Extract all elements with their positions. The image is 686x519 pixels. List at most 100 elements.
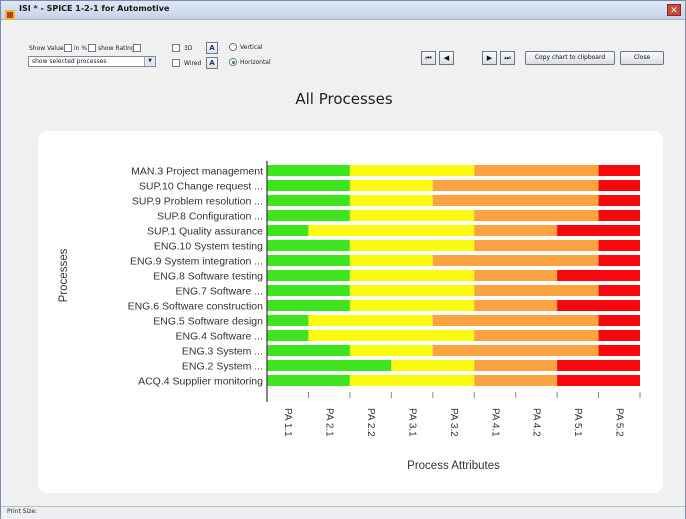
wired-checkbox[interactable] <box>172 59 180 67</box>
category-label: ENG.7 Software ... <box>175 286 263 298</box>
first-page-button[interactable]: ⏮ <box>421 51 436 65</box>
bar-segment-yellow <box>349 210 475 221</box>
bar-segment-yellow <box>349 165 475 176</box>
bar-segment-orange <box>432 345 599 356</box>
bar-segment-green <box>267 240 350 251</box>
show-rating-label: show Rating <box>98 45 135 52</box>
bar-segment-yellow <box>349 195 433 206</box>
category-label: ENG.3 System ... <box>182 346 263 358</box>
process-filter-value: show selected processes <box>32 58 107 65</box>
bar-segment-yellow <box>349 255 433 266</box>
bar-segment-orange <box>474 270 558 281</box>
three-d-label: 3D <box>184 45 193 52</box>
bar-segment-green <box>267 375 350 386</box>
bar-segment-yellow <box>349 375 475 386</box>
category-label: ENG.8 Software testing <box>153 271 263 283</box>
bar-segment-green <box>267 225 309 236</box>
category-label: ENG.6 Software construction <box>128 301 264 313</box>
x-tick-label: PA 2.1 <box>324 408 335 437</box>
bar-segment-yellow <box>349 270 475 281</box>
category-label: ACQ.4 Supplier monitoring <box>138 376 263 388</box>
close-button[interactable]: Close <box>620 51 664 65</box>
bar-segment-orange <box>474 285 599 296</box>
bar-segment-green <box>267 330 309 341</box>
align-bottom-icon[interactable]: A <box>206 57 218 69</box>
category-label: ENG.5 Software design <box>153 316 263 328</box>
bar-segment-green <box>267 315 309 326</box>
bar-segment-red <box>598 315 640 326</box>
app-icon <box>5 5 15 20</box>
bar-segment-red <box>557 360 640 371</box>
title-bar[interactable]: ISI * - SPICE 1-2-1 for Automotive ✕ <box>1 1 685 20</box>
bar-segment-green <box>267 345 350 356</box>
bar-segment-green <box>267 270 350 281</box>
align-top-icon[interactable]: A <box>206 42 218 54</box>
in-pct-checkbox[interactable] <box>88 44 96 52</box>
category-label: MAN.3 Project management <box>131 166 263 178</box>
bar-segment-red <box>598 345 640 356</box>
show-values-label: Show Values <box>29 45 67 52</box>
bar-segment-green <box>267 255 350 266</box>
category-label: SUP.8 Configuration ... <box>157 211 263 223</box>
app-window: ISI * - SPICE 1-2-1 for Automotive ✕ Sho… <box>0 0 686 519</box>
bar-segment-yellow <box>349 285 475 296</box>
chart-panel: MAN.3 Project management SUP.10 Change re… <box>38 131 663 493</box>
x-tick-label: PA 4.1 <box>489 408 500 437</box>
bar-segment-orange <box>432 255 599 266</box>
x-tick-label: PA 4.2 <box>531 408 542 437</box>
vertical-radio[interactable] <box>229 43 237 51</box>
horizontal-label: Horizontal <box>240 59 271 66</box>
window-title: ISI * - SPICE 1-2-1 for Automotive <box>19 4 170 13</box>
last-page-button[interactable]: ⏭ <box>500 51 515 65</box>
bar-segment-orange <box>474 240 599 251</box>
stacked-bar-chart: MAN.3 Project management SUP.10 Change re… <box>58 161 641 472</box>
next-page-button[interactable]: ▶ <box>482 51 497 65</box>
bar-segment-orange <box>432 315 599 326</box>
bar-segment-orange <box>474 225 558 236</box>
prev-page-button[interactable]: ◀ <box>439 51 454 65</box>
bar-segment-red <box>598 210 640 221</box>
show-rating-checkbox[interactable] <box>133 44 141 52</box>
process-filter-select[interactable]: show selected processes ▼ <box>28 56 156 67</box>
chevron-down-icon[interactable]: ▼ <box>144 57 155 66</box>
bar-segment-red <box>598 330 640 341</box>
bar-segment-green <box>267 180 350 191</box>
bar-segment-red <box>598 240 640 251</box>
status-text: Print Size: <box>7 508 38 515</box>
bar-segment-orange <box>474 330 599 341</box>
x-tick-label: PA 3.1 <box>406 408 417 437</box>
category-label: SUP.10 Change request ... <box>139 181 263 193</box>
bar-segment-green <box>267 285 350 296</box>
bar-segment-red <box>598 195 640 206</box>
show-values-checkbox[interactable] <box>64 44 72 52</box>
x-tick-label: PA 1.1 <box>282 408 293 437</box>
bar-segment-green <box>267 300 350 311</box>
bar-segment-green <box>267 210 350 221</box>
category-label: SUP.1 Quality assurance <box>147 226 263 238</box>
in-pct-label: in % <box>74 45 88 52</box>
x-tick-label: PA 3.2 <box>448 408 459 437</box>
bar-segment-orange <box>474 360 558 371</box>
x-tick-label: PA 5.2 <box>614 408 625 437</box>
bar-segment-yellow <box>308 330 475 341</box>
three-d-checkbox[interactable] <box>172 44 180 52</box>
bar-segment-orange <box>432 180 599 191</box>
horizontal-radio[interactable] <box>229 58 237 66</box>
bar-segment-red <box>557 225 640 236</box>
bar-segment-orange <box>474 210 599 221</box>
bar-segment-red <box>557 300 640 311</box>
bar-segment-green <box>267 360 392 371</box>
category-label: ENG.10 System testing <box>154 241 263 253</box>
bar-segment-red <box>598 255 640 266</box>
category-label: ENG.4 Software ... <box>175 331 263 343</box>
bar-segment-red <box>598 180 640 191</box>
y-axis-title: Processes <box>58 248 70 302</box>
vertical-label: Vertical <box>240 44 263 51</box>
bar-segment-yellow <box>349 180 433 191</box>
bar-segment-red <box>557 270 640 281</box>
bar-segment-yellow <box>349 300 475 311</box>
bar-segment-green <box>267 165 350 176</box>
copy-chart-button[interactable]: Copy chart to clipboard <box>525 51 615 65</box>
window-close-icon[interactable]: ✕ <box>667 4 681 16</box>
bar-segment-red <box>598 285 640 296</box>
